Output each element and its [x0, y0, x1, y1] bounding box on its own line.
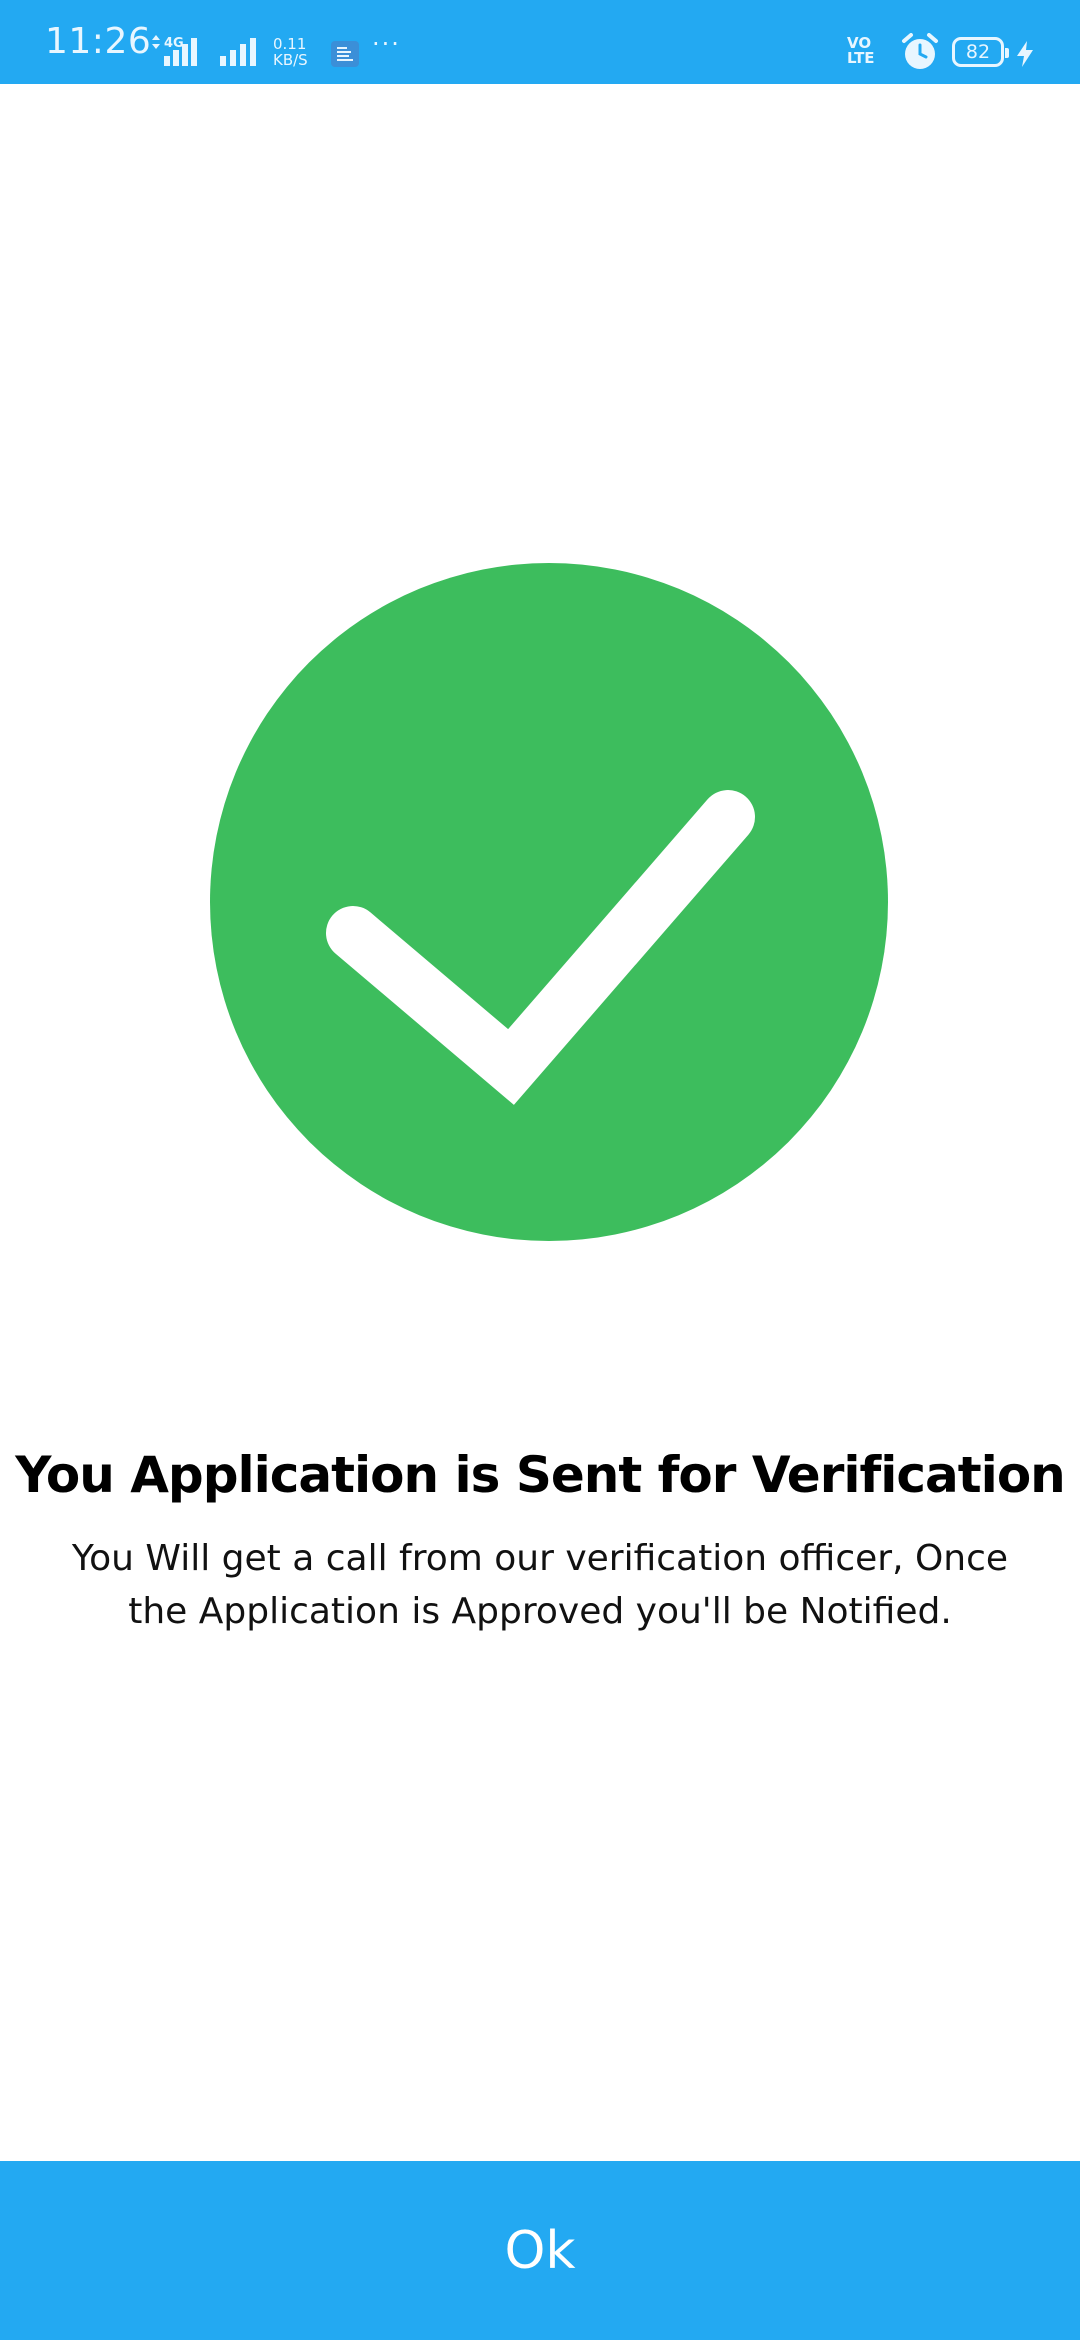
overflow-indicator: ···	[372, 30, 401, 58]
status-bar: 11:26 4G 0.11 KB/S ··· VO LTE 82	[0, 0, 1080, 84]
network-type-label: 4G	[164, 36, 184, 51]
notification-icon	[331, 41, 359, 67]
status-time: 11:26	[45, 21, 152, 62]
verification-message: You Will get a call from our verificatio…	[71, 1538, 1009, 1632]
check-circle-icon	[210, 563, 888, 1241]
alarm-icon	[902, 33, 938, 69]
charging-icon	[1017, 41, 1033, 67]
volte-bottom-label: LTE	[847, 49, 875, 67]
verification-sent-screen: 11:26 4G 0.11 KB/S ··· VO LTE 82 You App…	[0, 0, 1080, 2340]
network-speed: 0.11 KB/S	[273, 36, 323, 68]
ok-button[interactable]: Ok	[0, 2161, 1080, 2340]
volte-indicator: VO LTE	[847, 36, 875, 66]
signal-icon	[220, 38, 256, 66]
network-speed-unit: KB/S	[273, 51, 308, 69]
page-title: You Application is Sent for Verification	[15, 1446, 1066, 1504]
battery-icon: 82	[952, 37, 1009, 67]
network-speed-value: 0.11	[273, 35, 307, 53]
